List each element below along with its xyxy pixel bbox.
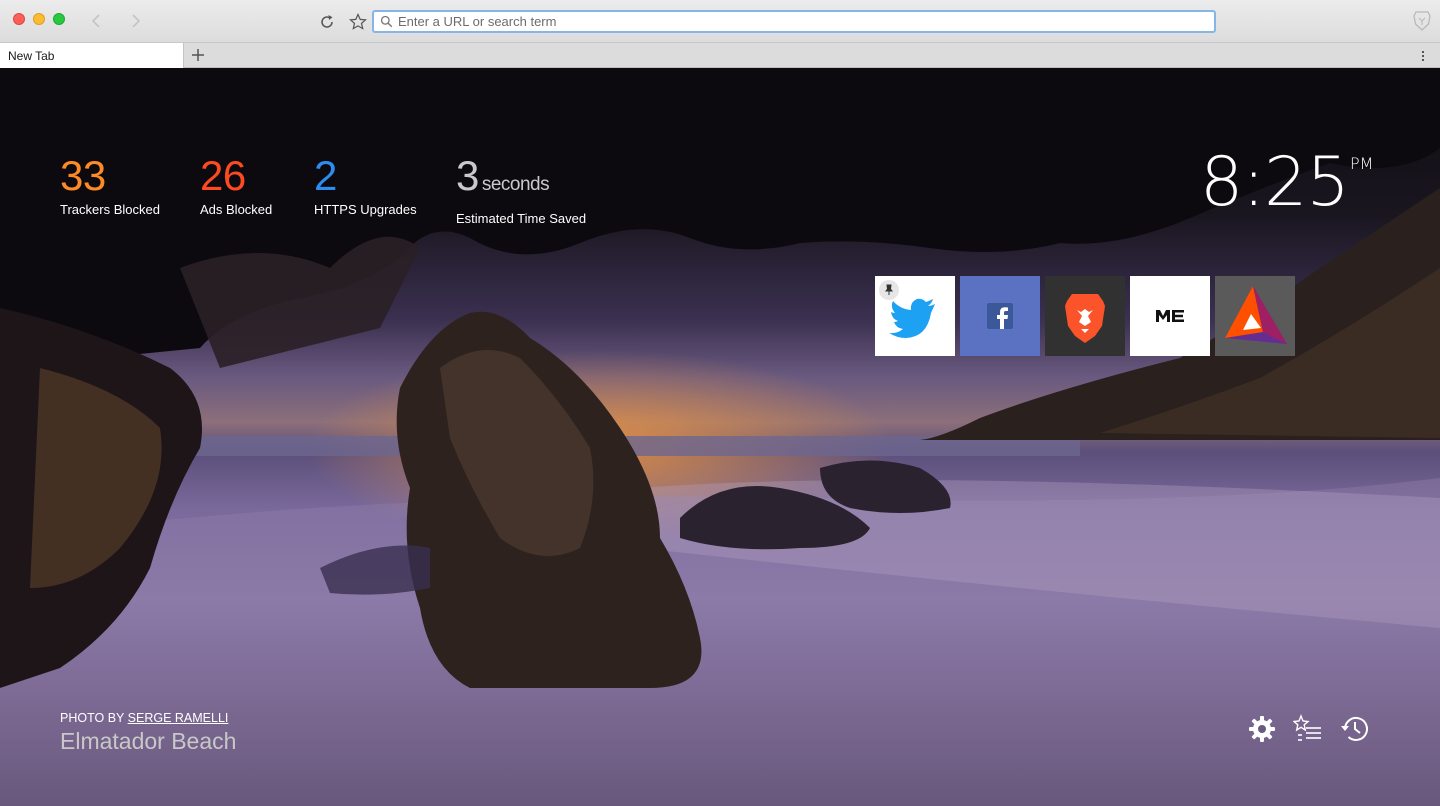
time-saved-unit: seconds [481, 174, 550, 195]
facebook-f-icon [987, 303, 1013, 329]
top-site-brave[interactable] [1045, 276, 1125, 356]
ads-blocked-stat: 26 Ads Blocked [200, 154, 272, 218]
reload-button[interactable] [316, 11, 338, 33]
top-site-bat[interactable] [1215, 276, 1295, 356]
reload-icon [321, 15, 333, 28]
chevron-right-icon [132, 14, 141, 28]
time-saved-stat: 3 seconds Estimated Time Saved [456, 154, 586, 227]
history-button[interactable] [1340, 714, 1370, 744]
https-upgrades-count: 2 [314, 152, 337, 199]
top-site-twitter[interactable] [875, 276, 955, 356]
https-upgrades-label: HTTPS Upgrades [314, 202, 417, 217]
photo-credit-prefix: PHOTO BY [60, 711, 125, 725]
top-site-medium[interactable] [1130, 276, 1210, 356]
trackers-blocked-stat: 33 Trackers Blocked [60, 154, 160, 218]
browser-toolbar [0, 0, 1440, 43]
history-clock-icon [1341, 716, 1368, 741]
address-input[interactable] [398, 12, 1198, 31]
settings-button[interactable] [1247, 714, 1277, 744]
plus-icon [192, 49, 204, 61]
photo-credit: PHOTO BY SERGE RAMELLI [60, 711, 228, 725]
chevron-left-icon [91, 14, 100, 28]
vertical-dots-icon [1422, 51, 1424, 61]
search-icon [380, 15, 393, 28]
photo-location: Elmatador Beach [60, 728, 237, 754]
clock: 8:25 PM [1200, 148, 1373, 218]
window-minimize-button[interactable] [33, 13, 45, 25]
back-button[interactable] [86, 10, 108, 32]
settings-gear-icon [1249, 716, 1275, 742]
time-saved-label: Estimated Time Saved [456, 211, 587, 226]
ads-blocked-label: Ads Blocked [200, 202, 273, 217]
trackers-blocked-label: Trackers Blocked [60, 202, 160, 217]
ads-blocked-count: 26 [200, 152, 246, 199]
new-tab-button[interactable] [188, 44, 208, 66]
pin-icon[interactable] [879, 280, 899, 300]
brave-shield-icon [1413, 11, 1431, 31]
medium-logo-icon [1156, 310, 1184, 322]
brave-shields-button[interactable] [1412, 10, 1432, 32]
window-close-button[interactable] [13, 13, 25, 25]
window-maximize-button[interactable] [53, 13, 65, 25]
tab-label: New Tab [8, 49, 55, 63]
bookmark-button[interactable] [347, 11, 369, 33]
star-icon [349, 13, 367, 30]
bookmarks-manager-icon [1292, 714, 1321, 741]
tab-strip: New Tab [0, 43, 1440, 68]
address-bar[interactable] [372, 10, 1216, 33]
top-site-facebook[interactable] [960, 276, 1040, 356]
https-upgrades-stat: 2 HTTPS Upgrades [314, 154, 417, 218]
photographer-link[interactable]: SERGE RAMELLI [128, 711, 229, 725]
tab-new-tab[interactable]: New Tab [0, 43, 184, 68]
clock-time: 8:25 [1200, 143, 1350, 222]
time-saved-value: 3 [456, 152, 479, 199]
brave-lion-icon [1065, 294, 1105, 343]
forward-button[interactable] [124, 10, 146, 32]
clock-ampm: PM [1350, 154, 1374, 173]
bookmarks-manager-button[interactable] [1292, 714, 1323, 744]
tab-menu-button[interactable] [1417, 47, 1429, 65]
trackers-blocked-count: 33 [60, 152, 106, 199]
bat-triangle-icon [1225, 286, 1287, 344]
new-tab-page: 33 Trackers Blocked 26 Ads Blocked 2 HTT… [0, 68, 1440, 806]
